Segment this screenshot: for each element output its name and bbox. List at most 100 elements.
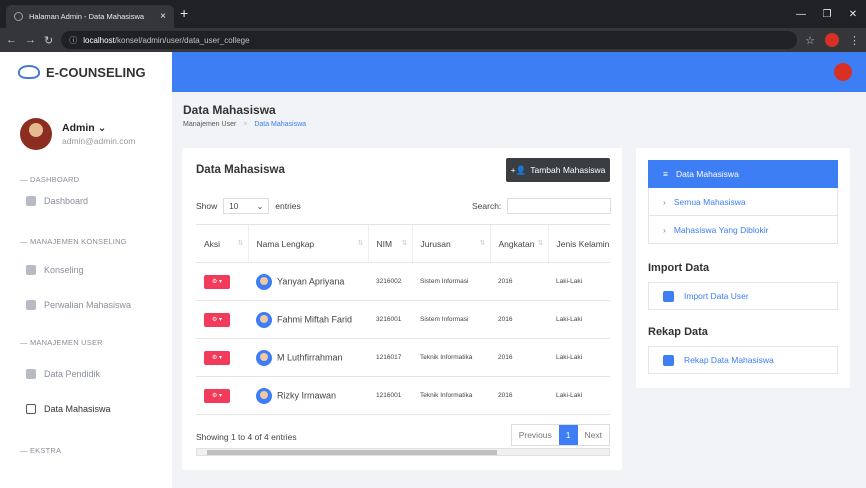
action-button[interactable]: ⚙ ▾ [204, 350, 230, 365]
previous-button[interactable]: Previous [512, 425, 559, 445]
import-icon [663, 290, 674, 302]
user-profile[interactable]: Admin ⌄ admin@admin.com [0, 92, 172, 162]
add-student-label: Tambah Mahasiswa [530, 165, 606, 175]
col-angkatan[interactable]: Angkatan ⇅ [489, 224, 548, 263]
address-bar: ← → ↻ ⓘ localhost/konsel/admin/user/data… [0, 28, 866, 52]
user-name[interactable]: Admin ⌄ [62, 122, 135, 134]
add-student-button[interactable]: +👤 Tambah Mahasiswa [506, 158, 610, 182]
action-button[interactable]: ⚙ ▾ [204, 312, 230, 327]
col-label: NIM [376, 238, 393, 249]
sort-icon: ⇅ [479, 239, 486, 247]
import-data-button[interactable]: Import Data User [648, 282, 838, 310]
sidebar-item-perwalian[interactable]: Perwalian Mahasiswa [26, 300, 131, 310]
list-icon: ≡ [663, 169, 668, 179]
data-table-card: Data Mahasiswa +👤 Tambah Mahasiswa Show … [182, 148, 622, 470]
cell-nama: Yanyan Apriyana [248, 262, 368, 301]
table-header-row: Aksi ⇅ Nama Lengkap ⇅ NIM ⇅ Jurusan ⇅ Angkat… [196, 224, 610, 263]
entries-select[interactable]: 10 ⌄ [223, 198, 270, 214]
search-label: Search: [472, 201, 502, 211]
reload-icon[interactable]: ↻ [44, 34, 53, 47]
side-menu-label: Data Mahasiswa [675, 169, 739, 179]
topbar-avatar[interactable] [834, 63, 852, 81]
entries-label: entries [275, 201, 301, 211]
col-label: Aksi [204, 238, 221, 249]
new-tab-button[interactable]: + [180, 5, 188, 21]
cell-jurusan: Teknik Informatika [412, 376, 490, 415]
url-host: localhost [83, 35, 115, 45]
cell-nim: 3216001 [368, 300, 412, 339]
action-button[interactable]: ⚙ ▾ [204, 388, 230, 403]
col-nim[interactable]: NIM ⇅ [367, 224, 412, 263]
cell-nama: Fahmi Miftah Farid [248, 300, 368, 339]
url-field[interactable]: ⓘ localhost/konsel/admin/user/data_user_… [61, 31, 798, 49]
students-table: Aksi ⇅ Nama Lengkap ⇅ NIM ⇅ Jurusan ⇅ Angkat… [196, 224, 610, 415]
more-menu-icon[interactable]: ⋮ [849, 34, 860, 47]
browser-tab[interactable]: Halaman Admin - Data Mahasiswa × [6, 5, 174, 28]
logo-icon [18, 65, 40, 79]
student-icon [26, 404, 36, 414]
search-input[interactable] [507, 198, 612, 214]
sidebar-item-data-pendidik[interactable]: Data Pendidik [26, 369, 100, 379]
side-menu-semua-mahasiswa[interactable]: › Semua Mahasiswa [648, 188, 838, 216]
minimize-icon[interactable]: — [788, 9, 814, 20]
student-name: Fahmi Miftah Farid [277, 313, 353, 324]
browser-titlebar: Halaman Admin - Data Mahasiswa × + — ❐ ✕ [0, 0, 866, 28]
back-icon[interactable]: ← [6, 34, 17, 46]
sidebar-item-dashboard[interactable]: Dashboard [26, 196, 88, 206]
horizontal-scrollbar[interactable] [196, 448, 610, 456]
brand-logo[interactable]: E-COUNSELING [0, 52, 172, 92]
sort-icon: ⇅ [537, 239, 544, 247]
cell-angkatan: 2016 [490, 262, 548, 301]
breadcrumb-separator: > [243, 121, 248, 128]
forward-icon[interactable]: → [25, 34, 36, 46]
student-name: M Luthfirrahman [277, 351, 343, 362]
page-header: Data Mahasiswa Manajemen User > Data Mah… [183, 103, 306, 128]
breadcrumb-home[interactable]: Manajemen User [183, 121, 236, 128]
action-button[interactable]: ⚙ ▾ [204, 274, 230, 289]
col-aksi[interactable]: Aksi ⇅ [196, 224, 248, 263]
rekap-data-button[interactable]: Rekap Data Mahasiswa [648, 346, 838, 374]
cell-angkatan: 2016 [490, 300, 548, 339]
cell-jurusan: Teknik Informatika [412, 338, 490, 377]
sidebar-item-label: Data Mahasiswa [44, 404, 111, 414]
chevron-down-icon: ⌄ [256, 201, 264, 211]
cell-nim: 1216017 [368, 338, 412, 377]
sidebar-item-konseling[interactable]: Konseling [26, 265, 84, 275]
col-jurusan[interactable]: Jurusan ⇅ [411, 224, 490, 263]
page-1-button[interactable]: 1 [558, 425, 578, 445]
entries-value: 10 [229, 201, 239, 211]
bookmark-star-icon[interactable]: ☆ [805, 34, 815, 47]
side-menu-mahasiswa-diblokir[interactable]: › Mahasiswa Yang Diblokir [648, 216, 838, 244]
id-card-icon [26, 369, 36, 379]
tab-title: Halaman Admin - Data Mahasiswa [29, 12, 145, 21]
scrollbar-thumb[interactable] [207, 450, 497, 455]
col-label: Jenis Kelamin [556, 238, 610, 249]
sidebar-item-label: Data Pendidik [44, 369, 101, 379]
cell-nim: 3216002 [368, 262, 412, 301]
side-menu-label: Semua Mahasiswa [673, 196, 746, 207]
pagination: Previous 1 Next [510, 424, 610, 446]
col-label: Angkatan [498, 238, 535, 249]
breadcrumb-current: Data Mahasiswa [254, 121, 307, 128]
maximize-icon[interactable]: ❐ [814, 9, 840, 20]
col-jenis-kelamin[interactable]: Jenis Kelamin [547, 224, 610, 263]
sidebar-item-label: Perwalian Mahasiswa [44, 300, 132, 310]
sidebar-item-label: Konseling [44, 265, 84, 275]
side-menu-label: Mahasiswa Yang Diblokir [673, 224, 769, 235]
cell-aksi: ⚙ ▾ [196, 262, 248, 301]
sidebar-item-data-mahasiswa[interactable]: Data Mahasiswa [26, 404, 111, 414]
section-dashboard: — DASHBOARD [20, 175, 80, 184]
cell-angkatan: 2016 [490, 338, 548, 377]
close-window-icon[interactable]: ✕ [840, 9, 866, 20]
cell-aksi: ⚙ ▾ [196, 376, 248, 415]
cell-angkatan: 2016 [490, 376, 548, 415]
col-nama[interactable]: Nama Lengkap ⇅ [247, 224, 368, 263]
card-title: Data Mahasiswa [196, 164, 285, 176]
next-button[interactable]: Next [578, 425, 609, 445]
side-menu-data-mahasiswa[interactable]: ≡ Data Mahasiswa [648, 160, 838, 188]
brand-name: E-COUNSELING [46, 64, 146, 80]
profile-avatar-icon[interactable] [825, 33, 839, 47]
info-icon: ⓘ [69, 35, 78, 45]
add-user-icon: +👤 [510, 164, 527, 175]
close-tab-icon[interactable]: × [160, 11, 166, 22]
